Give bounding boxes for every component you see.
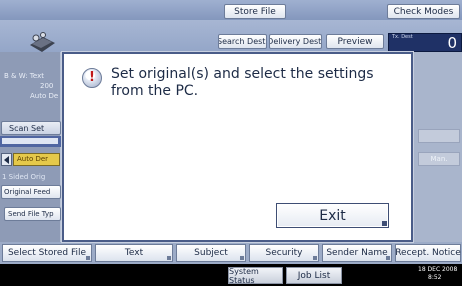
date-text: 18 DEC 2008: [418, 266, 458, 273]
counter-value: 0: [447, 34, 457, 52]
sided-original-text: 1 Sided Orig: [2, 173, 46, 181]
tab-label: Subject: [194, 248, 228, 258]
tab-label: Select Stored File: [7, 248, 87, 258]
tab-security[interactable]: Security: [249, 244, 319, 262]
delivery-dest-button[interactable]: Delivery Dest.: [269, 34, 322, 49]
counter-label: Tx. Dest: [392, 34, 413, 40]
dialog-message: Set original(s) and select the settings …: [111, 66, 374, 99]
tab-label: Security: [265, 248, 303, 258]
exit-label: Exit: [319, 207, 346, 224]
date-time: 18 DEC 2008 8:52: [418, 266, 457, 282]
tab-text[interactable]: Text: [95, 244, 173, 262]
tab-select-stored-file[interactable]: Select Stored File: [2, 244, 92, 262]
tab-recept-notice[interactable]: Recept. Notice: [395, 244, 461, 262]
scan-mode-text: B & W: Text: [4, 72, 44, 80]
scan-settings-button[interactable]: Scan Set: [1, 121, 61, 135]
system-status-button[interactable]: System Status: [228, 267, 283, 285]
right-ghost-button-1: [418, 129, 460, 143]
tab-label: Recept. Notice: [395, 248, 461, 258]
auto-density-button[interactable]: Auto Der: [13, 153, 60, 166]
tab-sender-name[interactable]: Sender Name: [322, 244, 392, 262]
density-scale: [2, 138, 58, 144]
auto-mode-text: Auto De: [30, 92, 59, 100]
send-file-type-button[interactable]: Send File Typ: [4, 207, 61, 221]
scanner-screen: Store File Check Modes Search Dest. Deli…: [0, 0, 462, 286]
scanner-icon: [30, 32, 55, 52]
right-ghost-button-2: Man.: [418, 152, 460, 166]
density-lighter-button[interactable]: [1, 153, 12, 166]
alert-icon: !: [82, 68, 102, 88]
search-dest-button[interactable]: Search Dest.: [218, 34, 267, 49]
exit-button[interactable]: Exit: [276, 203, 389, 228]
job-list-button[interactable]: Job List: [286, 267, 342, 284]
tab-label: Text: [124, 248, 144, 258]
original-feed-button[interactable]: Original Feed: [1, 185, 61, 199]
density-strip: [0, 136, 62, 147]
resolution-text: 200: [40, 82, 54, 90]
check-modes-button[interactable]: Check Modes: [387, 4, 460, 19]
destination-counter: Tx. Dest 0: [388, 33, 462, 52]
time-text: 8:52: [428, 274, 442, 281]
exclamation-icon: !: [89, 70, 95, 85]
store-file-button[interactable]: Store File: [224, 4, 286, 19]
tab-label: Sender Name: [326, 248, 388, 258]
preview-button[interactable]: Preview: [326, 34, 384, 49]
tab-subject[interactable]: Subject: [176, 244, 246, 262]
